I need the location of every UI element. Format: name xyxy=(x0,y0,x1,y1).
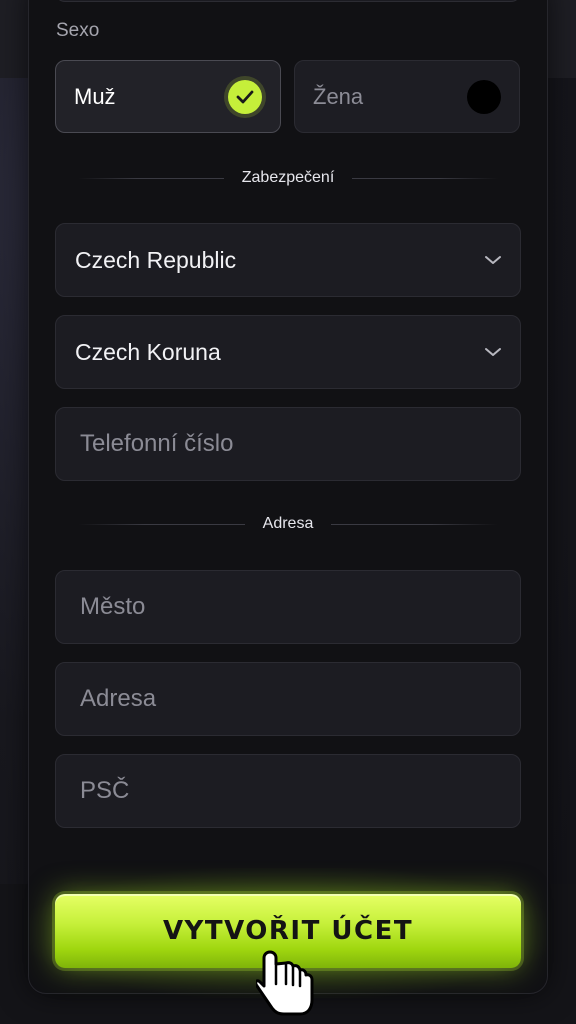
previous-field[interactable] xyxy=(55,0,521,2)
section-title: Zabezpečení xyxy=(241,169,335,186)
section-divider-address: Adresa xyxy=(78,514,499,534)
phone-input[interactable]: Telefonní číslo xyxy=(55,407,521,481)
checkmark-icon xyxy=(228,79,262,114)
gender-option-label: Žena xyxy=(313,83,364,109)
phone-placeholder: Telefonní číslo xyxy=(80,430,234,457)
radio-unchecked-icon xyxy=(467,79,501,114)
gender-option-label: Muž xyxy=(74,83,116,109)
chevron-down-icon xyxy=(485,348,501,356)
gender-option-female[interactable]: Žena xyxy=(294,60,520,133)
country-value: Czech Republic xyxy=(75,246,237,273)
registration-panel xyxy=(28,0,548,994)
address-input[interactable]: Adresa xyxy=(55,662,521,736)
zip-input[interactable]: PSČ xyxy=(55,754,521,828)
zip-placeholder: PSČ xyxy=(80,777,130,804)
country-select[interactable]: Czech Republic xyxy=(55,223,521,297)
gender-label: Sexo xyxy=(56,20,100,41)
city-placeholder: Město xyxy=(80,593,146,620)
address-placeholder: Adresa xyxy=(80,685,157,712)
currency-select[interactable]: Czech Koruna xyxy=(55,315,521,389)
chevron-down-icon xyxy=(485,256,501,264)
section-divider-security: Zabezpečení xyxy=(78,168,499,188)
create-account-label: VYTVOŘIT ÚČET xyxy=(162,916,414,946)
section-title: Adresa xyxy=(262,515,314,532)
hand-pointer-icon xyxy=(256,950,314,1016)
city-input[interactable]: Město xyxy=(55,570,521,644)
gender-option-male[interactable]: Muž xyxy=(55,60,281,133)
currency-value: Czech Koruna xyxy=(75,338,221,365)
